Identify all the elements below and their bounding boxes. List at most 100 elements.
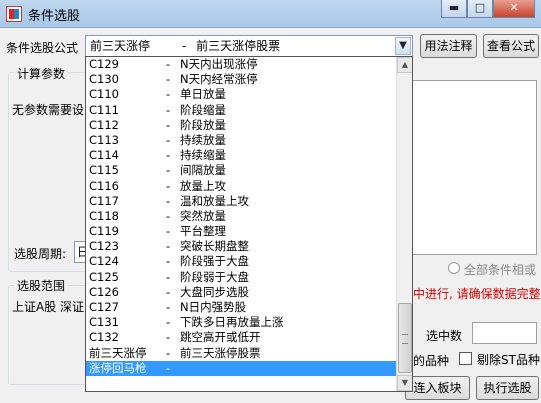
dropdown-item-sep: - bbox=[166, 224, 171, 239]
dropdown-item-name: N天内出现涨停 bbox=[180, 57, 258, 71]
dropdown-item-name: 下跌多日再放量上涨 bbox=[180, 315, 284, 330]
dropdown-item-code: C112 bbox=[89, 117, 119, 132]
scroll-down-icon[interactable]: ▼ bbox=[397, 375, 412, 391]
minimize-icon[interactable]: ▬ bbox=[441, 0, 467, 18]
dropdown-item-sep: - bbox=[166, 87, 171, 102]
dropdown-items: C129- N天内出现涨停 C130- N天内经常涨停 C110- 单日放量 C111- 阶段… bbox=[86, 57, 397, 376]
all-conditions-or-radio[interactable] bbox=[448, 262, 460, 274]
dropdown-item-sep: - bbox=[166, 315, 171, 330]
range-group-title: 选股范围 bbox=[14, 277, 69, 294]
execute-selection-button[interactable]: 执行选股 bbox=[476, 376, 539, 400]
dropdown-item-code: C123 bbox=[89, 239, 119, 254]
dropdown-item-code: C114 bbox=[89, 148, 119, 163]
dropdown-item-code: 涨停回马枪 bbox=[89, 360, 147, 375]
dropdown-item-sep: - bbox=[166, 132, 171, 147]
dropdown-item-sep: - bbox=[166, 208, 171, 223]
dropdown-item-sep: - bbox=[166, 102, 171, 117]
scroll-thumb[interactable] bbox=[398, 303, 412, 373]
params-group-title: 计算参数 bbox=[14, 65, 69, 82]
formula-dropdown-list[interactable]: C129- N天内出现涨停 C130- N天内经常涨停 C110- 单日放量 C111- 阶段… bbox=[85, 56, 413, 392]
dropdown-item-name: 跳空高开或低开 bbox=[180, 330, 261, 345]
dropdown-item-name: 大盘同步选股 bbox=[180, 284, 249, 299]
dropdown-item-sep: - bbox=[166, 269, 171, 284]
dropdown-item-name: N日内强势股 bbox=[180, 300, 247, 314]
dropdown-item-sep: - bbox=[166, 284, 171, 299]
dropdown-item[interactable]: C123 - 突破长期盘整 bbox=[86, 239, 397, 254]
exclude-st-checkbox[interactable] bbox=[459, 352, 472, 365]
dropdown-item[interactable]: C113 - 持续放量 bbox=[86, 133, 397, 148]
dropdown-item-sep: - bbox=[166, 360, 171, 375]
dropdown-item-sep: - bbox=[166, 254, 171, 269]
dropdown-item-code: 前三天涨停 bbox=[89, 345, 147, 360]
dropdown-item-code: C127 bbox=[89, 300, 119, 314]
scroll-up-icon[interactable]: ▲ bbox=[397, 57, 412, 73]
dropdown-item-code: C115 bbox=[89, 163, 119, 178]
dropdown-item-sep: - bbox=[166, 193, 171, 208]
dropdown-item[interactable]: C117 - 温和放量上攻 bbox=[86, 194, 397, 209]
dropdown-item-code: C131 bbox=[89, 315, 119, 330]
dropdown-item[interactable]: C114 - 持续缩量 bbox=[86, 148, 397, 163]
dropdown-item-code: C125 bbox=[89, 269, 119, 284]
dropdown-item-sep: - bbox=[166, 330, 171, 345]
dropdown-item[interactable]: C129 - N天内出现涨停 bbox=[86, 57, 397, 72]
dropdown-item-sep: - bbox=[166, 163, 171, 178]
dropdown-item[interactable]: C116 - 放量上攻 bbox=[86, 179, 397, 194]
window-title: 条件选股 bbox=[28, 9, 81, 24]
dropdown-item[interactable]: C110 - 单日放量 bbox=[86, 87, 397, 102]
exclude-st-label: 剔除ST品种 bbox=[477, 353, 540, 367]
include-label: 的品种 bbox=[413, 354, 450, 368]
no-params-text: 无参数需要设 bbox=[12, 103, 85, 117]
close-icon[interactable]: ✕ bbox=[493, 0, 535, 18]
dropdown-item-code: C110 bbox=[89, 87, 119, 102]
dropdown-item-name: 阶段放量 bbox=[180, 117, 226, 132]
dropdown-item-sep: - bbox=[166, 178, 171, 193]
data-notice: 中进行, 请确保数据完整 bbox=[413, 287, 541, 301]
dropdown-item-code: C118 bbox=[89, 208, 119, 223]
dropdown-item[interactable]: 前三天涨停 - 前三天涨停股票 bbox=[86, 346, 397, 361]
dropdown-item[interactable]: C115 - 间隔放量 bbox=[86, 163, 397, 178]
dropdown-item[interactable]: C130 - N天内经常涨停 bbox=[86, 72, 397, 87]
dropdown-item-name: 温和放量上攻 bbox=[180, 193, 249, 208]
dropdown-item-name: 突然放量 bbox=[180, 208, 226, 223]
formula-select[interactable]: 前三天涨停 - 前三天涨停股票 ▼ bbox=[85, 35, 413, 57]
dropdown-item-sep: - bbox=[166, 117, 171, 132]
dropdown-item[interactable]: C126 - 大盘同步选股 bbox=[86, 285, 397, 300]
dropdown-item-code: C111 bbox=[89, 102, 119, 117]
chevron-down-icon[interactable]: ▼ bbox=[395, 37, 411, 55]
range-value: 上证A股 深证 bbox=[12, 300, 85, 314]
dropdown-item[interactable]: 涨停回马枪 - bbox=[86, 360, 397, 376]
maximize-icon[interactable]: □ bbox=[467, 0, 493, 18]
dropdown-item[interactable]: C127 - N日内强势股 bbox=[86, 300, 397, 315]
dropdown-item-name: 阶段弱于大盘 bbox=[180, 269, 249, 284]
params-pane bbox=[400, 80, 537, 255]
add-to-block-button[interactable]: 连入板块 bbox=[405, 376, 470, 400]
dropdown-item-sep: - bbox=[166, 72, 171, 87]
dropdown-item[interactable]: C124 - 阶段强于大盘 bbox=[86, 254, 397, 269]
dropdown-item-name: 间隔放量 bbox=[180, 163, 226, 178]
view-formula-button[interactable]: 查看公式 bbox=[483, 34, 539, 58]
dropdown-item-sep: - bbox=[166, 345, 171, 360]
dropdown-item[interactable]: C132 - 跳空高开或低开 bbox=[86, 330, 397, 345]
formula-select-name: 前三天涨停股票 bbox=[196, 39, 281, 53]
dropdown-item-name: 放量上攻 bbox=[180, 178, 226, 193]
dropdown-item[interactable]: C125 - 阶段弱于大盘 bbox=[86, 270, 397, 285]
all-conditions-or-label: 全部条件相或 bbox=[464, 263, 537, 277]
dropdown-item[interactable]: C112 - 阶段放量 bbox=[86, 118, 397, 133]
dropdown-item-code: C132 bbox=[89, 330, 119, 345]
dropdown-item-name: N天内经常涨停 bbox=[180, 72, 258, 87]
dropdown-item[interactable]: C131 - 下跌多日再放量上涨 bbox=[86, 315, 397, 330]
dropdown-item-name: 持续放量 bbox=[180, 132, 226, 147]
dropdown-item[interactable]: C111 - 阶段缩量 bbox=[86, 103, 397, 118]
dropdown-scrollbar[interactable]: ▲ ▼ bbox=[396, 57, 412, 391]
dropdown-item-sep: - bbox=[166, 57, 171, 71]
period-label: 选股周期: bbox=[14, 247, 67, 261]
dropdown-item-sep: - bbox=[166, 239, 171, 254]
dropdown-item-code: C113 bbox=[89, 132, 119, 147]
dropdown-item-name: 前三天涨停股票 bbox=[180, 345, 261, 360]
formula-select-sep: - bbox=[182, 39, 187, 53]
usage-notes-button[interactable]: 用法注释 bbox=[420, 34, 477, 58]
dropdown-item-code: C129 bbox=[89, 57, 119, 71]
dropdown-item-code: C126 bbox=[89, 284, 119, 299]
dropdown-item[interactable]: C118 - 突然放量 bbox=[86, 209, 397, 224]
dropdown-item[interactable]: C119 - 平台整理 bbox=[86, 224, 397, 239]
